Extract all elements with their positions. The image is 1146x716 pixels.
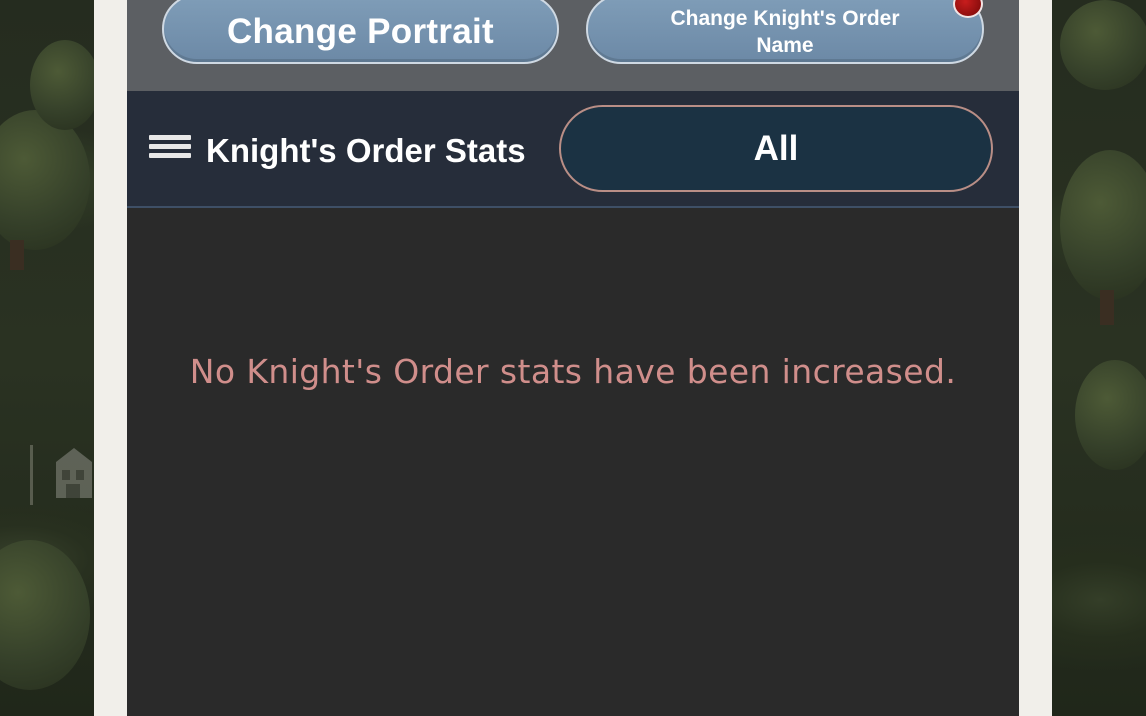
stats-title: Knight's Order Stats bbox=[206, 132, 526, 169]
stats-filter-value: All bbox=[753, 128, 799, 168]
background-tree-trunk bbox=[1100, 290, 1114, 325]
background-tree bbox=[30, 40, 100, 130]
game-scene: Change Portrait Change Knight's Order Na… bbox=[0, 0, 1146, 716]
change-portrait-button[interactable]: Change Portrait bbox=[162, 0, 559, 64]
background-tree bbox=[0, 110, 90, 250]
ruin-building-icon[interactable] bbox=[52, 442, 96, 502]
background-tree bbox=[1060, 150, 1146, 300]
knights-order-panel: Change Portrait Change Knight's Order Na… bbox=[127, 0, 1019, 716]
change-portrait-label: Change Portrait bbox=[226, 12, 495, 51]
background-tree bbox=[1060, 0, 1146, 90]
background-tree bbox=[1075, 360, 1146, 470]
hamburger-menu-icon[interactable] bbox=[149, 135, 191, 167]
panel-top-bar: Change Portrait Change Knight's Order Na… bbox=[127, 0, 1019, 91]
stats-filter-dropdown[interactable]: All bbox=[559, 105, 993, 192]
change-order-name-button[interactable]: Change Knight's Order Name bbox=[586, 0, 984, 64]
stats-list-area bbox=[127, 208, 1019, 716]
background-tree-trunk bbox=[10, 240, 24, 270]
empty-stats-message: No Knight's Order stats have been increa… bbox=[189, 352, 957, 391]
map-edge-marker bbox=[30, 445, 33, 505]
stats-header-bar: Knight's Order Stats All bbox=[127, 91, 1019, 208]
background-tree bbox=[0, 540, 90, 690]
change-order-name-label: Change Knight's Order Name bbox=[670, 7, 900, 57]
